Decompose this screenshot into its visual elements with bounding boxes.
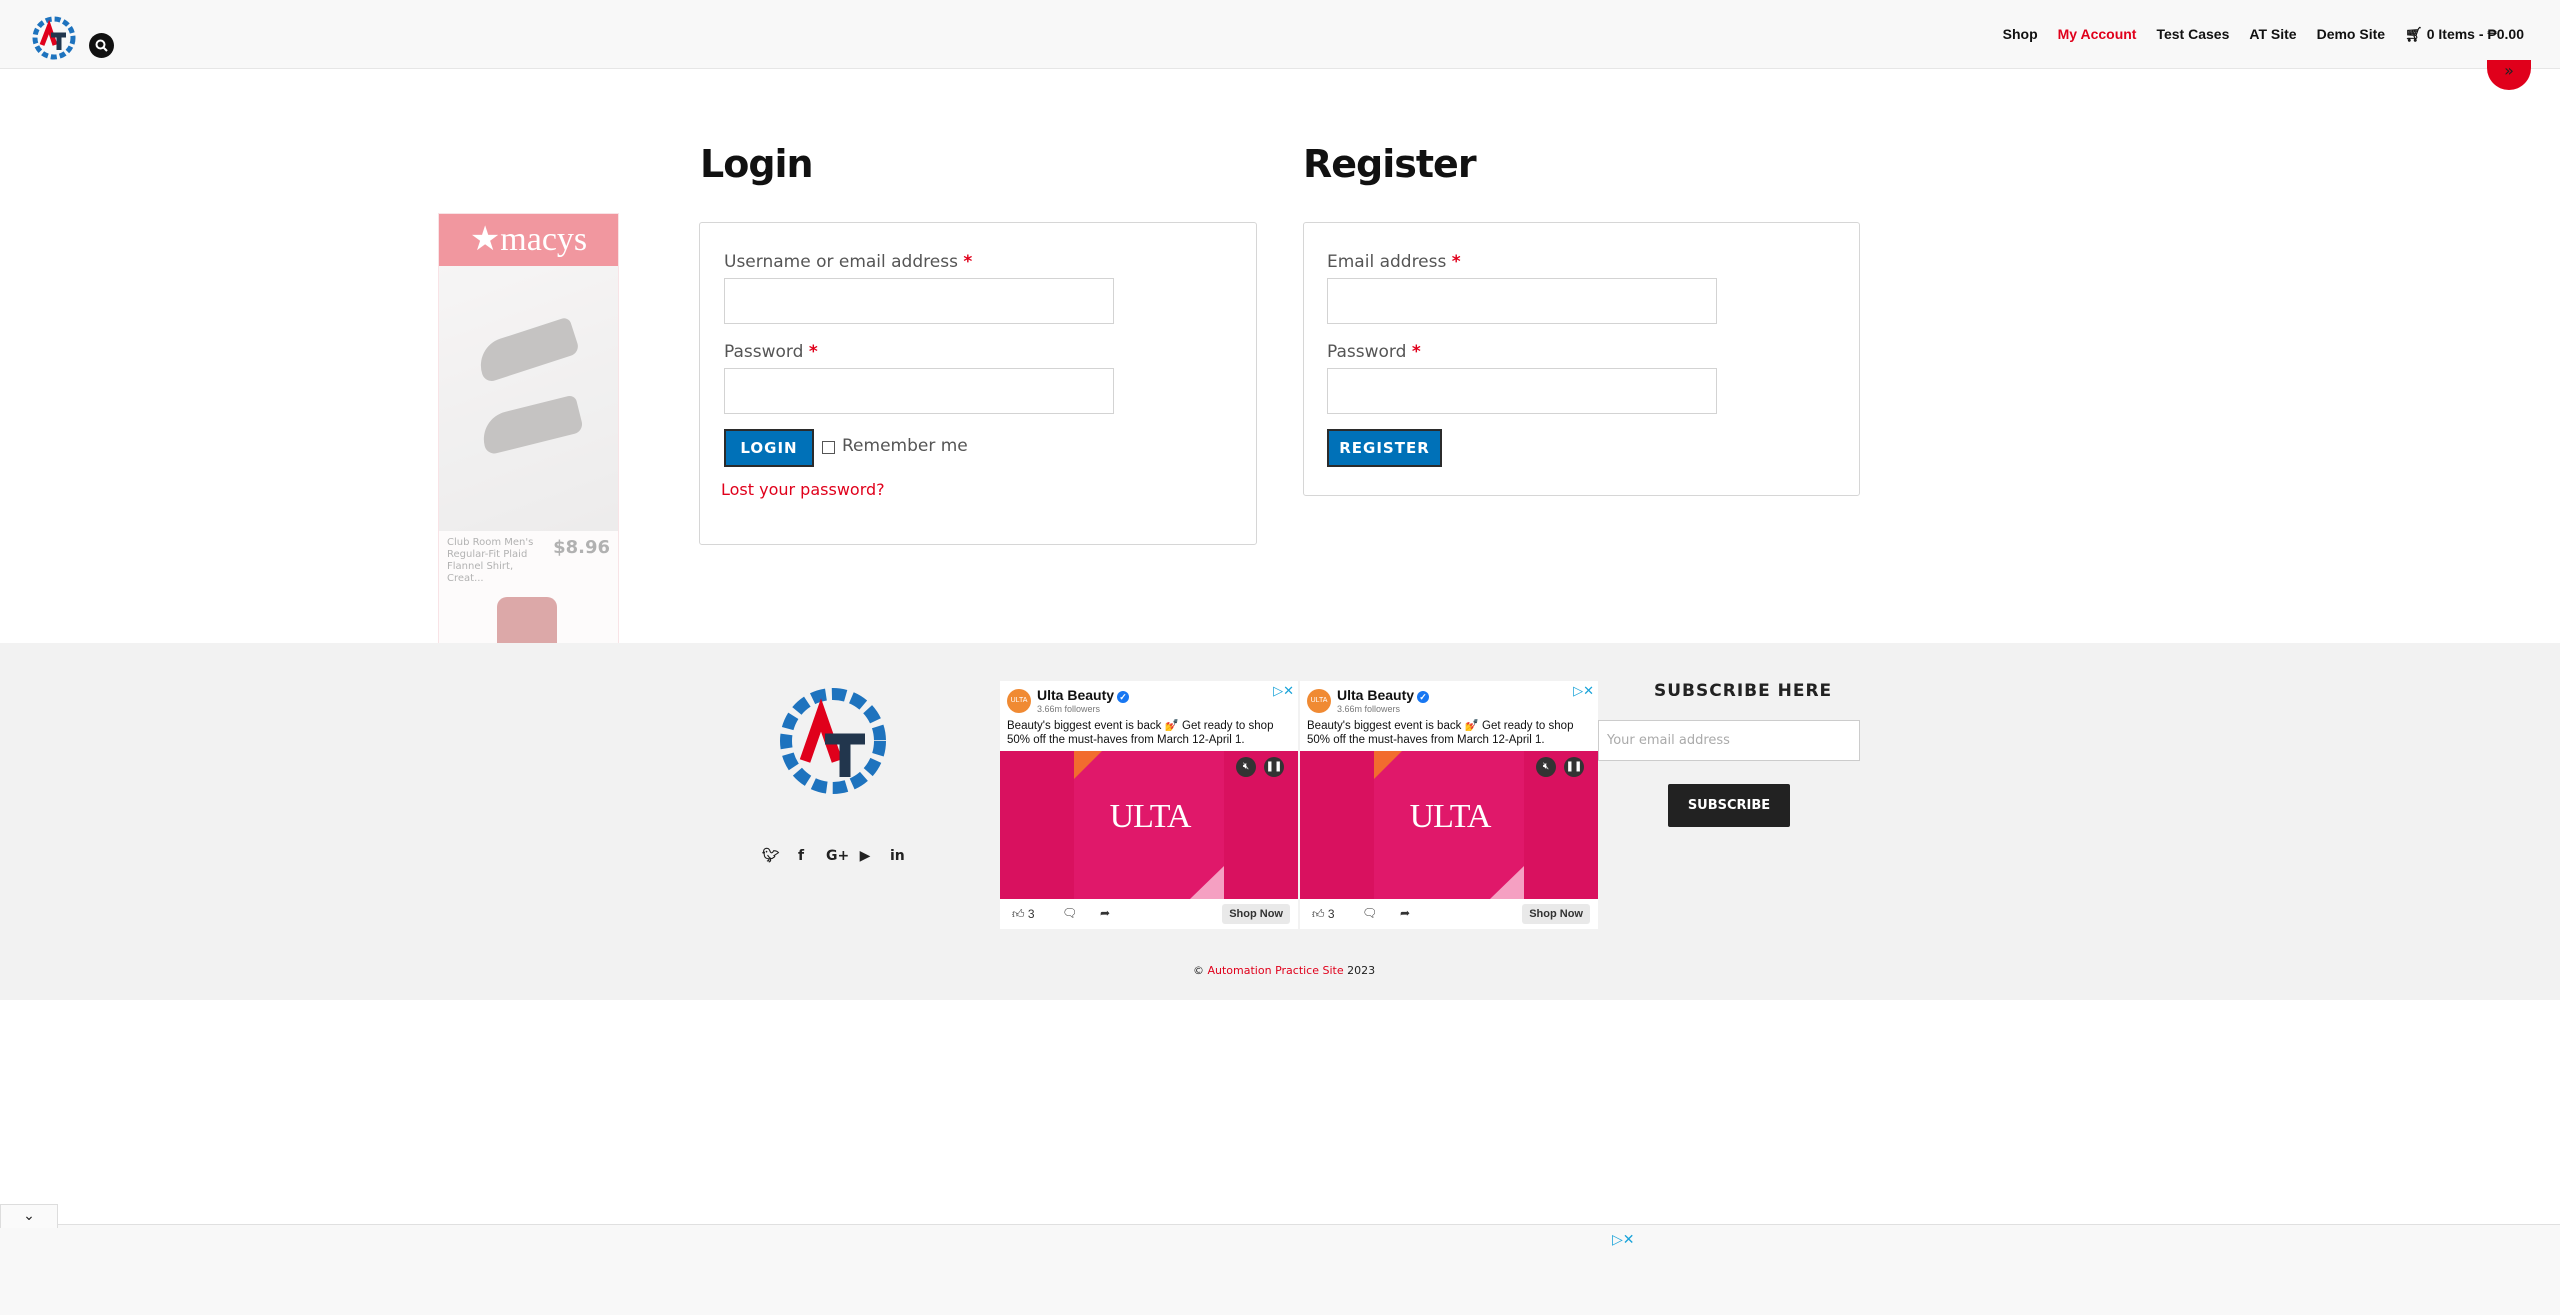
remember-me-checkbox[interactable] — [822, 441, 835, 454]
nav-test-cases[interactable]: Test Cases — [2156, 26, 2229, 43]
ad-brand: ★macys — [439, 214, 618, 266]
login-password-label: Password * — [724, 342, 818, 362]
shop-now-button[interactable]: Shop Now — [1522, 904, 1590, 924]
footer-logo — [780, 688, 886, 794]
youtube-icon[interactable]: ▶ — [858, 848, 872, 864]
subscribe-button[interactable]: SUBSCRIBE — [1668, 784, 1790, 827]
lost-password-link[interactable]: Lost your password? — [721, 480, 885, 499]
copyright: © Automation Practice Site 2023 — [1193, 964, 1376, 977]
register-password-input[interactable] — [1327, 368, 1717, 414]
comment-icon[interactable]: 🗨︎ — [1062, 906, 1077, 920]
ad-header: ULTA Ulta Beauty ✓ 3.66m followers Beauty… — [1300, 681, 1598, 751]
search-button[interactable] — [89, 33, 114, 58]
ad-avatar: ULTA — [1007, 689, 1031, 713]
google-plus-icon[interactable]: G+ — [826, 848, 849, 864]
ad-price: $8.96 — [553, 537, 610, 558]
adchoices-icon[interactable]: ▷✕ — [1273, 683, 1294, 699]
register-email-input[interactable] — [1327, 278, 1717, 324]
ad-brand-logo: ULTA — [1409, 798, 1492, 835]
pause-icon[interactable]: ❚❚ — [1264, 757, 1284, 777]
nav-cart[interactable]: 🛒︎ 0 Items - ₱0.00 — [2405, 26, 2524, 43]
twitter-icon[interactable]: 🐦︎ — [762, 848, 780, 864]
pause-icon[interactable]: ❚❚ — [1564, 757, 1584, 777]
ad-product-name: Club Room Men's Regular-Fit Plaid Flanne… — [447, 537, 534, 584]
ad-followers: 3.66m followers — [1337, 704, 1401, 714]
ulta-ad-1[interactable]: ULTA Ulta Beauty ✓ 3.66m followers Beauty… — [1000, 681, 1298, 929]
ad-page-name: Ulta Beauty ✓ — [1337, 687, 1430, 703]
ad-brand-logo: ULTA — [1109, 798, 1192, 835]
facebook-icon[interactable]: f — [794, 848, 808, 864]
ad-media[interactable]: ULTA 🔇︎ ❚❚ — [1300, 751, 1598, 899]
ad-followers: 3.66m followers — [1037, 704, 1101, 714]
site-logo[interactable] — [28, 12, 80, 64]
cart-summary: 0 Items - ₱0.00 — [2426, 26, 2524, 42]
verified-icon: ✓ — [1117, 691, 1130, 703]
cart-icon: 🛒︎ — [2405, 26, 2423, 42]
login-button[interactable]: LOGIN — [724, 429, 814, 467]
remember-me-label: Remember me — [842, 436, 968, 456]
thumbs-up-icon: 👍︎ — [1312, 907, 1325, 921]
chevron-down-icon: ⌄ — [23, 1208, 35, 1224]
share-icon[interactable]: ➦ — [1400, 906, 1410, 920]
login-password-input[interactable] — [724, 368, 1114, 414]
copyright-link[interactable]: Automation Practice Site — [1208, 964, 1344, 977]
linkedin-icon[interactable]: in — [890, 848, 905, 864]
ad-page-name: Ulta Beauty ✓ — [1037, 687, 1130, 703]
username-label: Username or email address * — [724, 252, 973, 272]
username-input[interactable] — [724, 278, 1114, 324]
register-panel: Email address * Password * REGISTER — [1303, 222, 1860, 496]
register-button[interactable]: REGISTER — [1327, 429, 1442, 467]
ad-header: ULTA Ulta Beauty ✓ 3.66m followers Beauty… — [1000, 681, 1298, 751]
expand-badge[interactable]: » — [2487, 60, 2531, 90]
ad-media[interactable]: ULTA 🔇︎ ❚❚ — [1000, 751, 1298, 899]
like-count[interactable]: 👍︎ 3 — [1312, 907, 1335, 922]
nav-demo-site[interactable]: Demo Site — [2317, 26, 2385, 43]
main-nav: Shop My Account Test Cases AT Site Demo … — [2003, 26, 2524, 43]
subscribe-title: SUBSCRIBE HERE — [1654, 681, 1833, 701]
side-ad-macys[interactable]: ★macys Club Room Men's Regular-Fit Plaid… — [438, 213, 619, 713]
mute-icon[interactable]: 🔇︎ — [1536, 757, 1556, 777]
double-chevron-down-icon: » — [2504, 61, 2514, 80]
thumbs-up-icon: 👍︎ — [1012, 907, 1025, 921]
shop-now-button[interactable]: Shop Now — [1222, 904, 1290, 924]
nav-my-account[interactable]: My Account — [2058, 26, 2137, 43]
search-icon — [95, 39, 108, 52]
ad-text: Beauty's biggest event is back 💅 Get rea… — [1307, 720, 1574, 746]
login-panel: Username or email address * Password * L… — [699, 222, 1257, 545]
ulta-ad-2[interactable]: ULTA Ulta Beauty ✓ 3.66m followers Beauty… — [1300, 681, 1598, 929]
nav-at-site[interactable]: AT Site — [2249, 26, 2296, 43]
ad-actions: 👍︎ 3 🗨︎ ➦ Shop Now — [1300, 899, 1598, 929]
adchoices-icon[interactable]: ▷✕ — [1573, 683, 1594, 699]
comment-icon[interactable]: 🗨︎ — [1362, 906, 1377, 920]
register-title: Register — [1303, 142, 1477, 186]
ad-product-row: Club Room Men's Regular-Fit Plaid Flanne… — [439, 531, 618, 589]
nav-shop[interactable]: Shop — [2003, 26, 2038, 43]
bottom-anchor-ad — [0, 1224, 2560, 1315]
ad-product-image — [439, 266, 618, 531]
share-icon[interactable]: ➦ — [1100, 906, 1110, 920]
register-password-label: Password * — [1327, 342, 1421, 362]
ad-avatar: ULTA — [1307, 689, 1331, 713]
ad-text: Beauty's biggest event is back 💅 Get rea… — [1007, 720, 1274, 746]
social-links: 🐦︎ f G+ ▶ in — [762, 848, 905, 864]
like-count[interactable]: 👍︎ 3 — [1012, 907, 1035, 922]
email-label: Email address * — [1327, 252, 1461, 272]
mute-icon[interactable]: 🔇︎ — [1236, 757, 1256, 777]
adchoices-icon[interactable]: ▷✕ — [1612, 1232, 1635, 1248]
anchor-collapse-button[interactable]: ⌄ — [0, 1204, 58, 1228]
ad-actions: 👍︎ 3 🗨︎ ➦ Shop Now — [1000, 899, 1298, 929]
login-title: Login — [700, 142, 814, 186]
subscribe-email-input[interactable]: Your email address — [1598, 720, 1860, 761]
verified-icon: ✓ — [1417, 691, 1430, 703]
site-header: Shop My Account Test Cases AT Site Demo … — [0, 0, 2560, 69]
